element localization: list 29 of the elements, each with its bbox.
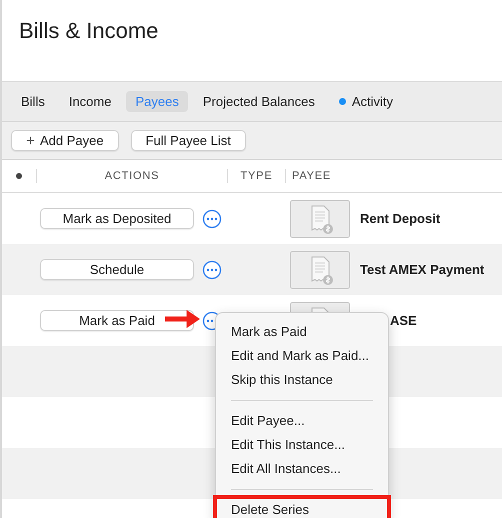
menu-item[interactable]: Mark as Paid [216,320,388,344]
toolbar-button[interactable]: Add Payee [11,130,119,151]
payee-name: ASE [390,313,417,328]
menu-item[interactable]: Delete Series [216,498,388,518]
column-header: ACTIONS [104,170,160,182]
toolbar-button[interactable]: Full Payee List [130,130,246,151]
menu-item[interactable]: Edit This Instance... [216,433,388,457]
action-button[interactable]: Mark as Deposited [40,208,194,229]
column-header: PAYEE [292,170,332,182]
menu-item[interactable]: Edit All Instances... [216,457,388,481]
action-button[interactable]: Mark as Paid [40,310,194,331]
tab[interactable]: Income [60,91,120,112]
plus-icon [26,136,35,145]
receipt-icon [290,200,350,238]
payee-name: Rent Deposit [360,211,440,226]
menu-item[interactable]: Edit and Mark as Paid... [216,344,388,368]
status-icon [16,173,22,179]
tab[interactable]: Activity [330,91,402,112]
action-button[interactable]: Schedule [40,259,194,280]
tab[interactable]: Projected Balances [194,91,324,112]
tab[interactable]: Bills [12,91,54,112]
more-icon[interactable] [202,260,222,280]
receipt-icon [290,250,350,288]
page-title: Bills & Income [19,18,158,43]
more-icon[interactable] [202,208,222,228]
column-header: TYPE [240,170,272,182]
menu-item[interactable]: Skip this Instance [216,368,388,392]
payee-name: Test AMEX Payment [360,262,484,277]
menu-item[interactable]: Edit Payee... [216,409,388,433]
